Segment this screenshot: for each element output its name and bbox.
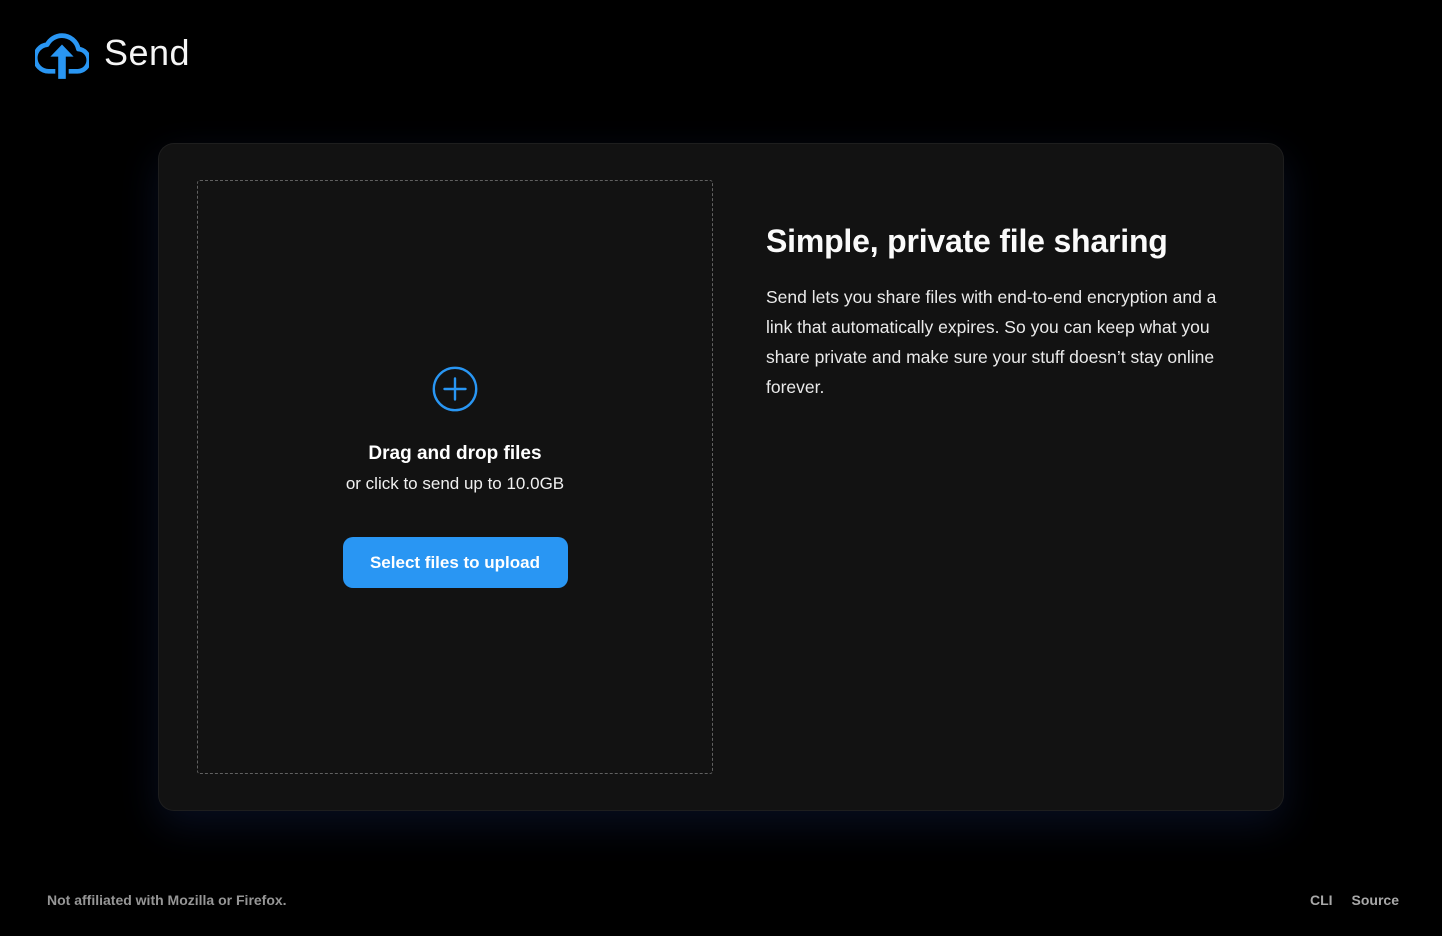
cloud-upload-icon — [35, 24, 89, 82]
select-files-button[interactable]: Select files to upload — [343, 537, 568, 588]
footer-disclaimer: Not affiliated with Mozilla or Firefox. — [47, 892, 287, 908]
app-logo[interactable]: Send — [35, 24, 190, 82]
footer-link-cli[interactable]: CLI — [1310, 892, 1333, 908]
upload-card: Drag and drop files or click to send up … — [158, 143, 1284, 811]
app-title: Send — [104, 32, 190, 74]
footer-link-source[interactable]: Source — [1352, 892, 1399, 908]
intro-panel: Simple, private file sharing Send lets y… — [766, 223, 1244, 402]
page-title: Simple, private file sharing — [766, 223, 1244, 260]
file-dropzone[interactable]: Drag and drop files or click to send up … — [197, 180, 713, 774]
plus-circle-icon — [432, 366, 478, 412]
dropzone-subtitle: or click to send up to 10.0GB — [346, 472, 564, 496]
intro-description: Send lets you share files with end-to-en… — [766, 282, 1244, 402]
dropzone-title: Drag and drop files — [368, 440, 541, 467]
footer-links: CLI Source — [1310, 892, 1399, 908]
